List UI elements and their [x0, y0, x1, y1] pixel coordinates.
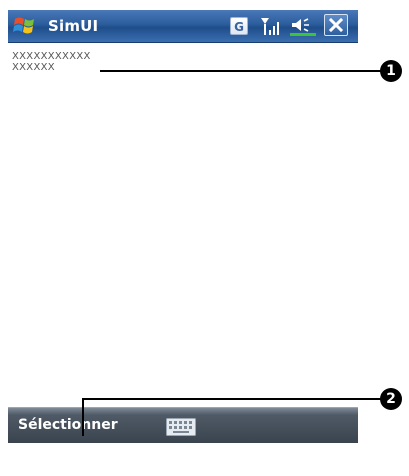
callout-2-badge: 2: [380, 388, 402, 410]
title-bar: SimUI G: [8, 10, 358, 43]
speaker-icon[interactable]: [290, 16, 316, 36]
callout-1-line: [100, 70, 382, 72]
input-indicator-icon[interactable]: G: [230, 17, 248, 35]
callout-2-leader: [82, 398, 84, 436]
placeholder-text-line-1: XXXXXXXXXXX: [12, 51, 91, 62]
select-softkey[interactable]: Sélectionner: [18, 417, 118, 433]
app-title: SimUI: [48, 17, 99, 35]
content-area[interactable]: XXXXXXXXXXX XXXXXX: [8, 43, 358, 433]
placeholder-text-line-2: XXXXXX: [12, 62, 55, 73]
manual-figure: SimUI G XXXXXXXXXXX XXXXXX Sélectionner …: [0, 0, 409, 476]
keyboard-icon[interactable]: [166, 418, 196, 436]
start-button[interactable]: [12, 13, 40, 39]
close-button[interactable]: [324, 14, 348, 36]
soft-key-bar: Sélectionner: [8, 407, 358, 443]
signal-strength-icon[interactable]: [260, 16, 282, 36]
callout-1-badge: 1: [380, 60, 402, 82]
callout-2-line: [82, 398, 382, 400]
device-screen: SimUI G XXXXXXXXXXX XXXXXX Sélectionner: [8, 10, 358, 470]
close-icon: [328, 17, 344, 33]
windows-flag-icon: [13, 17, 34, 34]
